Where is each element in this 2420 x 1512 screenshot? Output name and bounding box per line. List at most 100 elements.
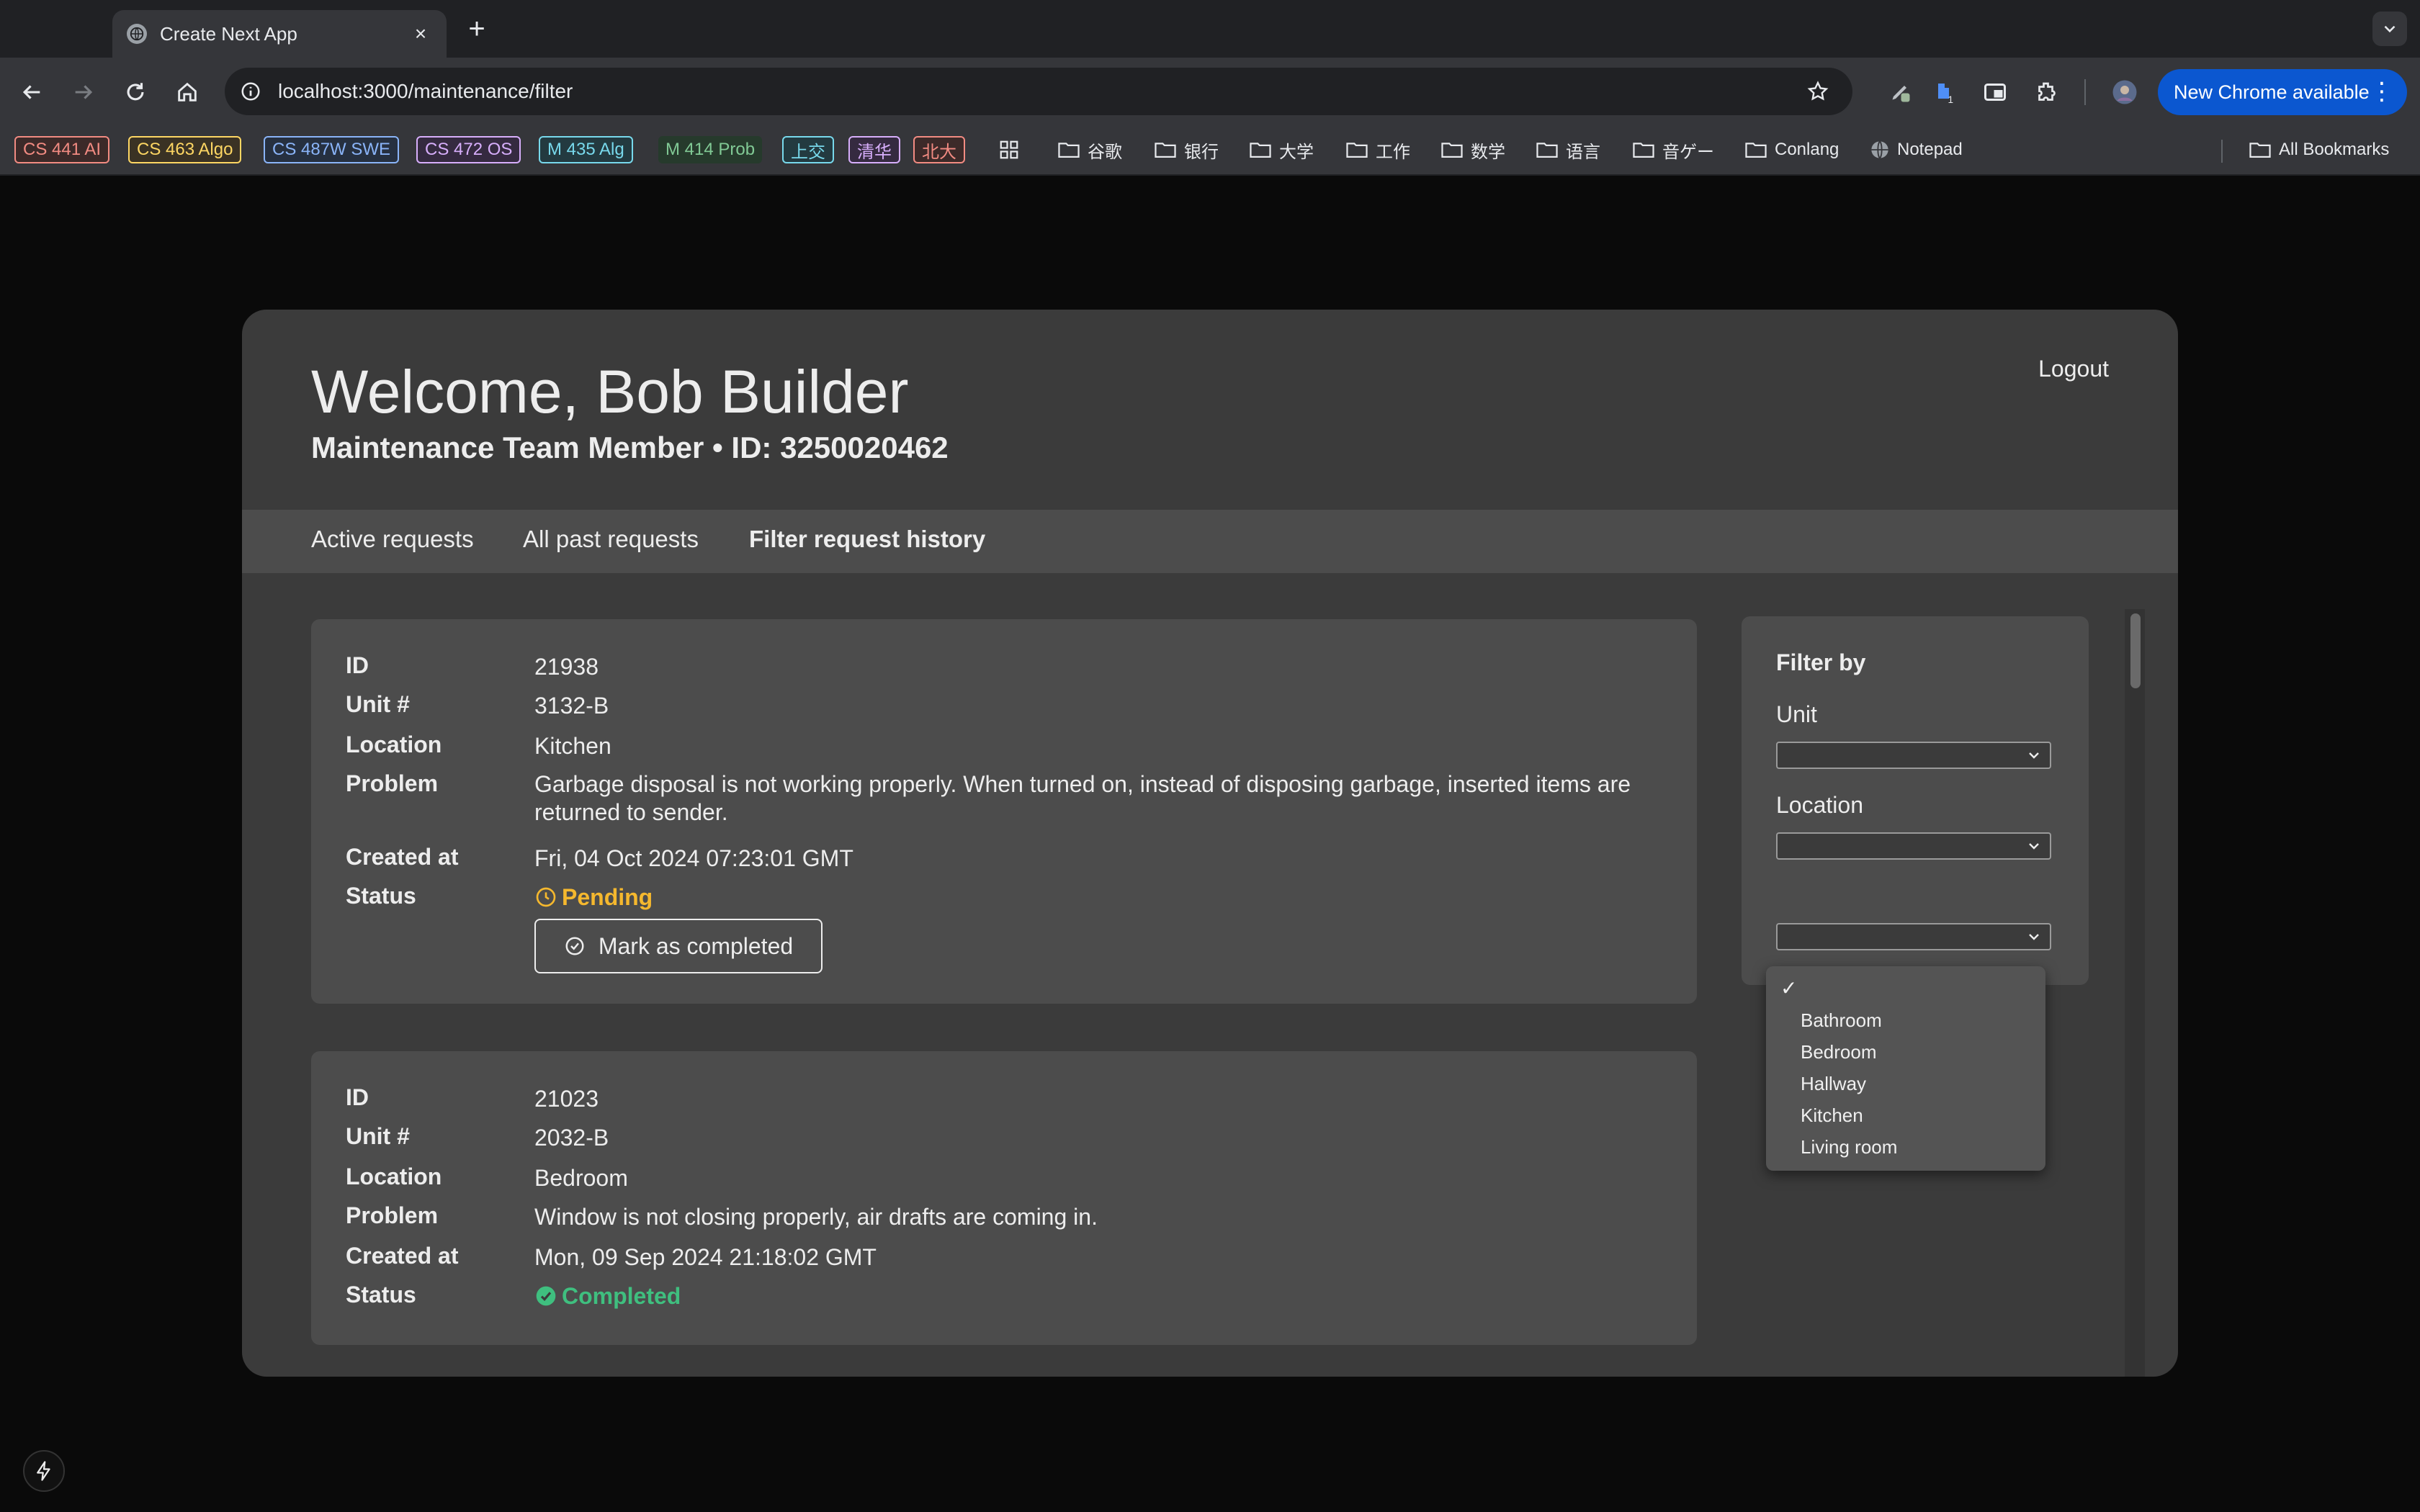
home-icon [178,82,197,102]
check-circle-icon [565,937,584,955]
browser-tab[interactable]: Create Next App × [112,10,447,58]
location-option-hallway[interactable]: Hallway [1801,1073,1866,1095]
nav-active-requests[interactable]: Active requests [311,526,474,553]
created-value: Fri, 04 Oct 2024 07:23:01 GMT [534,845,853,871]
extension-pen-icon[interactable] [1883,75,1917,109]
bookmark-star-icon[interactable] [1802,76,1834,107]
profile-avatar[interactable] [2107,75,2142,109]
tab-strip: Create Next App × + [0,0,2420,58]
nav-filter-history[interactable]: Filter request history [749,526,985,553]
folder-icon [2249,140,2279,159]
chevron-down-icon [2029,752,2039,759]
unit-label: Unit # [346,691,410,717]
filter-panel: Filter by Unit Location [1742,616,2089,985]
bookmark-label: CS 441 AI [23,140,102,159]
bookmark-5[interactable]: M 414 Prob [658,136,763,163]
check-circle-filled-icon [536,1286,556,1306]
scrollbar-thumb[interactable] [2130,613,2141,688]
dashboard-card: Welcome, Bob Builder Maintenance Team Me… [242,310,2178,1377]
folder-icon [1154,140,1184,159]
location-label: Location [346,1164,442,1189]
url-text[interactable]: localhost:3000/maintenance/filter [278,80,1802,103]
problem-value: Garbage disposal is not working properly… [534,771,1631,825]
status-label: Status [346,1282,416,1308]
bookmark-15[interactable]: 音ゲー [1629,136,1721,163]
more-menu-icon[interactable]: ⋮ [2370,78,2394,105]
status-badge: Pending [534,883,1658,912]
new-tab-button[interactable]: + [462,14,491,43]
extension-puzzle-badge-icon[interactable]: 1 [1927,75,1962,109]
bookmark-label: M 435 Alg [547,140,624,159]
back-arrow-icon [22,85,40,99]
bookmark-9[interactable]: 谷歌 [1054,136,1129,163]
location-value: Kitchen [534,733,611,759]
bookmark-16[interactable]: Conlang [1742,136,1846,163]
bookmark-label: All Bookmarks [2279,140,2390,159]
bookmark-label: 音ゲー [1662,142,1714,162]
location-option-bedroom[interactable]: Bedroom [1801,1041,1877,1063]
bookmark-12[interactable]: 工作 [1343,136,1417,163]
bookmark-13[interactable]: 数学 [1438,136,1512,163]
created-label: Created at [346,844,459,870]
home-button[interactable] [170,75,205,109]
browser-toolbar: localhost:3000/maintenance/filter 1 New … [0,58,2420,127]
unit-filter-label: Unit [1776,701,1817,727]
back-button[interactable] [14,75,49,109]
location-filter-label: Location [1776,792,1863,818]
apps-grid-icon[interactable] [991,136,1027,163]
tab-close-icon[interactable]: × [409,22,432,45]
bookmark-6[interactable]: 上交 [782,136,834,163]
bookmark-label: M 414 Prob [666,140,756,159]
globe-icon [127,24,147,44]
chevron-down-icon [2029,934,2039,940]
bookmark-17[interactable]: Notepad [1867,136,1970,163]
svg-text:1: 1 [1948,94,1954,105]
location-value: Bedroom [534,1165,628,1191]
bookmark-10[interactable]: 银行 [1151,136,1226,163]
id-value: 21023 [534,1086,599,1112]
welcome-heading: Welcome, Bob Builder [311,358,909,426]
bookmark-7[interactable]: 清华 [848,136,900,163]
tab-search-button[interactable] [2372,12,2407,46]
nextjs-dev-indicator[interactable] [23,1450,65,1492]
location-option-bathroom[interactable]: Bathroom [1801,1009,1882,1032]
bookmark-18[interactable]: All Bookmarks [2246,136,2396,163]
request-card: ID 21938 Unit # 3132-B Location Kitchen … [311,619,1697,1004]
lightning-icon [37,1461,50,1481]
site-info-icon[interactable] [236,77,265,106]
nav-past-requests[interactable]: All past requests [523,526,699,553]
toolbar-divider [2084,79,2086,105]
location-option-living-room[interactable]: Living room [1801,1136,1897,1158]
bookmark-8[interactable]: 北大 [913,136,965,163]
content-scrollbar[interactable] [2125,609,2145,1377]
bookmark-0[interactable]: CS 441 AI [14,136,110,163]
bookmark-label: 大学 [1279,142,1314,162]
bookmark-label: 谷歌 [1088,142,1122,162]
bookmark-label: 工作 [1376,142,1410,162]
location-select[interactable] [1776,832,2051,860]
location-option-kitchen[interactable]: Kitchen [1801,1104,1863,1127]
logout-link[interactable]: Logout [2038,356,2109,382]
problem-label: Problem [346,1202,439,1228]
mark-as-completed-button[interactable]: Mark as completed [534,919,823,973]
bookmark-14[interactable]: 语言 [1533,136,1608,163]
forward-button[interactable] [66,75,101,109]
mark-as-completed-label: Mark as completed [598,932,794,959]
bookmark-2[interactable]: CS 487W SWE [264,136,400,163]
bookmark-label: Conlang [1775,140,1839,159]
unit-label: Unit # [346,1123,410,1149]
media-control-icon[interactable] [1978,75,2012,109]
status-select[interactable] [1776,923,2051,950]
address-bar[interactable]: localhost:3000/maintenance/filter [225,68,1852,115]
extensions-puzzle-icon[interactable] [2030,75,2064,109]
bookmark-4[interactable]: M 435 Alg [539,136,633,163]
bookmark-3[interactable]: CS 472 OS [416,136,521,163]
unit-select[interactable] [1776,742,2051,769]
bookmark-11[interactable]: 大学 [1246,136,1321,163]
status-badge: Completed [534,1282,1658,1310]
request-card: ID 21023 Unit # 2032-B Location Bedroom … [311,1051,1697,1345]
folder-icon [1536,140,1566,159]
reload-button[interactable] [118,75,153,109]
bookmark-1[interactable]: CS 463 Algo [128,136,242,163]
new-chrome-available-button[interactable]: New Chrome available ⋮ [2158,69,2407,115]
